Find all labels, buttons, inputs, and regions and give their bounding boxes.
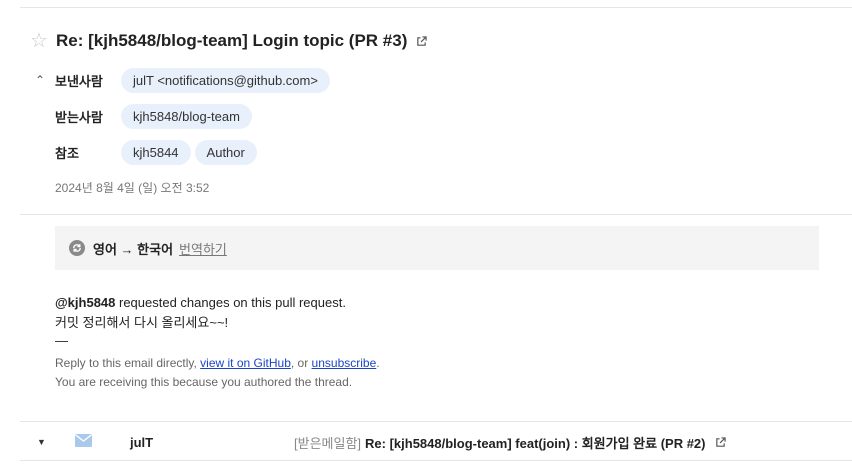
from-row: ⌃ 보낸사람 julT <notifications@github.com>: [35, 67, 334, 93]
header-divider: [20, 214, 852, 215]
view-on-github-link[interactable]: view it on GitHub: [200, 356, 291, 370]
next-mail-row[interactable]: ▼ julT [받은메일함] Re: [kjh5848/blog-team] f…: [20, 428, 852, 456]
email-date: 2024년 8월 4일 (일) 오전 3:52: [55, 181, 210, 195]
next-mail-sender: julT: [130, 434, 154, 450]
to-row: 받는사람 kjh5848/blog-team: [35, 103, 256, 129]
signature-separator: —: [55, 333, 68, 348]
translate-languages: 영어 → 한국어: [93, 241, 174, 257]
star-icon[interactable]: ☆: [30, 31, 52, 51]
caret-down-icon[interactable]: ▼: [37, 437, 46, 447]
translate-link[interactable]: 번역하기: [179, 239, 227, 258]
footer-line-1: Reply to this email directly, view it on…: [55, 356, 380, 370]
subject-row: ☆ Re: [kjh5848/blog-team] Login topic (P…: [30, 28, 428, 54]
from-chip[interactable]: julT <notifications@github.com>: [121, 67, 330, 93]
cc-row: 참조 kjh5844 Author: [35, 139, 261, 165]
body-line-2: 커밋 정리해서 다시 올리세요~~!: [55, 315, 229, 330]
list-divider: [20, 421, 852, 422]
email-subject: Re: [kjh5848/blog-team] Login topic (PR …: [56, 31, 408, 50]
refresh-icon: [69, 240, 85, 256]
to-label: 받는사람: [55, 109, 103, 125]
next-mail-subject: [받은메일함] Re: [kjh5848/blog-team] feat(joi…: [294, 433, 726, 452]
email-body: @kjh5848 requested changes on this pull …: [55, 293, 346, 333]
to-chip[interactable]: kjh5848/blog-team: [121, 103, 252, 129]
next-mail-title: Re: [kjh5848/blog-team] feat(join) : 회원가…: [365, 435, 706, 451]
cc-chip[interactable]: kjh5844: [121, 139, 191, 165]
body-line-1-text: requested changes on this pull request.: [115, 295, 346, 310]
footer-line-2: You are receiving this because you autho…: [55, 375, 353, 389]
external-link-icon[interactable]: [715, 436, 726, 448]
list-divider: [20, 460, 852, 461]
cc-chip[interactable]: Author: [194, 139, 257, 165]
from-label: 보낸사람: [55, 73, 103, 89]
chevron-up-icon[interactable]: ⌃: [35, 73, 55, 87]
top-divider: [20, 7, 852, 8]
envelope-icon: [75, 434, 92, 447]
body-line-1: @kjh5848 requested changes on this pull …: [55, 293, 346, 313]
next-mail-folder: [받은메일함]: [294, 435, 362, 451]
unsubscribe-link[interactable]: unsubscribe: [312, 356, 377, 370]
translate-bar: 영어 → 한국어 번역하기: [55, 226, 819, 270]
cc-label: 참조: [55, 145, 79, 161]
email-footer: Reply to this email directly, view it on…: [55, 354, 380, 392]
mention[interactable]: @kjh5848: [55, 295, 115, 310]
external-link-icon[interactable]: [416, 35, 428, 47]
